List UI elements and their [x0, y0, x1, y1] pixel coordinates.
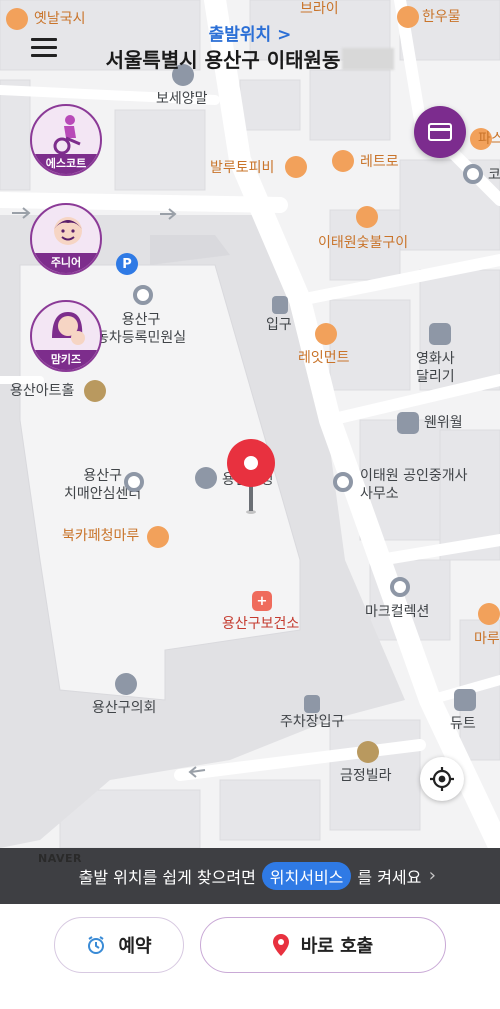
escort-icon [53, 115, 81, 155]
place-icon [463, 164, 483, 184]
cafe-icon [147, 526, 169, 548]
poi-label[interactable]: 마크컬렉션 [365, 603, 429, 621]
map-pin-icon [272, 934, 289, 956]
credit-card-icon [428, 123, 452, 141]
service-momkids-button[interactable]: 맘키즈 [30, 300, 102, 372]
chevron-right-icon: › [428, 865, 436, 886]
service-label: 맘키즈 [32, 350, 100, 370]
call-now-button[interactable]: 바로 호출 [200, 917, 446, 973]
map-provider-logo: NAVER [38, 852, 82, 865]
place-icon [124, 472, 144, 492]
redacted-address-detail [342, 48, 395, 70]
junior-icon [54, 217, 82, 245]
building-icon [397, 412, 419, 434]
map-view[interactable]: 옛날국시 브라이 한우물 보세양말 레트로 발루토피비 이태원숯불구이 코 파스… [0, 0, 500, 848]
momkids-icon [52, 312, 85, 345]
poi-label[interactable]: 이태원 공인중개사 사무소 [360, 467, 468, 503]
poi-label[interactable]: 코 [488, 166, 500, 184]
location-service-pill: 위치서비스 [261, 862, 352, 890]
service-escort-button[interactable]: 에스코트 [30, 104, 102, 176]
service-label: 에스코트 [32, 154, 100, 174]
poi-label[interactable]: 금정빌라 [340, 767, 392, 785]
poi-label[interactable]: 브라이 [300, 0, 339, 18]
parking-icon: P [116, 253, 138, 275]
poi-label[interactable]: 용산구의회 [92, 699, 156, 717]
poi-label[interactable]: 마루 [474, 630, 500, 648]
payment-card-button[interactable] [414, 106, 466, 158]
theater-icon [84, 380, 106, 402]
service-junior-button[interactable]: 주니어 [30, 203, 102, 275]
restaurant-icon [478, 603, 500, 625]
banner-text-suffix: 를 켜세요 [357, 868, 422, 887]
cafe-icon [285, 156, 307, 178]
building-icon [454, 689, 476, 711]
government-icon [195, 467, 217, 489]
government-icon [115, 673, 137, 695]
crosshair-icon [430, 767, 454, 791]
poi-label[interactable]: 용산구 동차등록민원실 [96, 311, 186, 347]
place-icon [390, 577, 410, 597]
bottom-action-bar: 예약 바로 호출 [0, 904, 500, 1009]
bus-stop-icon [272, 296, 288, 314]
reserve-label: 예약 [118, 936, 152, 957]
address-text: 서울특별시 용산구 이태원동 [105, 48, 341, 72]
service-label: 주니어 [32, 253, 100, 273]
alarm-clock-icon [86, 935, 106, 955]
poi-label[interactable]: 발루토피비 [210, 159, 274, 177]
restaurant-icon [315, 323, 337, 345]
poi-label[interactable]: 웬위월 [424, 414, 463, 432]
restaurant-icon [356, 206, 378, 228]
hospital-icon: + [252, 591, 272, 611]
pickup-location-label[interactable]: 출발위치 > [0, 20, 500, 45]
building-icon [429, 323, 451, 345]
poi-label[interactable]: 레잇먼트 [298, 349, 350, 367]
poi-label[interactable]: 레트로 [360, 153, 399, 171]
place-icon [333, 472, 353, 492]
parking-entrance-icon [304, 695, 320, 713]
poi-label[interactable]: 용산아트홀 [10, 382, 74, 400]
poi-label[interactable]: 주차장입구 [280, 713, 344, 731]
location-pin-icon [227, 439, 275, 514]
poi-label[interactable]: 듀트 [450, 715, 476, 733]
poi-label[interactable]: 영화사 달리기 [416, 350, 455, 386]
poi-label[interactable]: 이태원숯불구이 [318, 234, 408, 252]
poi-label[interactable]: 입구 [266, 316, 292, 334]
pickup-address[interactable]: 서울특별시 용산구 이태원동 [0, 44, 500, 73]
call-now-label: 바로 호출 [300, 936, 374, 957]
reserve-button[interactable]: 예약 [54, 917, 184, 973]
house-icon [357, 741, 379, 763]
poi-label[interactable]: 파스 [478, 130, 500, 148]
poi-label[interactable]: 보세양말 [156, 90, 208, 108]
banner-text-prefix: 출발 위치를 쉽게 찾으려면 [78, 868, 256, 887]
restaurant-icon [332, 150, 354, 172]
poi-label[interactable]: 북카페청마루 [62, 527, 139, 545]
current-location-button[interactable] [420, 757, 464, 801]
poi-label[interactable]: 용산구보건소 [222, 615, 299, 633]
place-icon [133, 285, 153, 305]
